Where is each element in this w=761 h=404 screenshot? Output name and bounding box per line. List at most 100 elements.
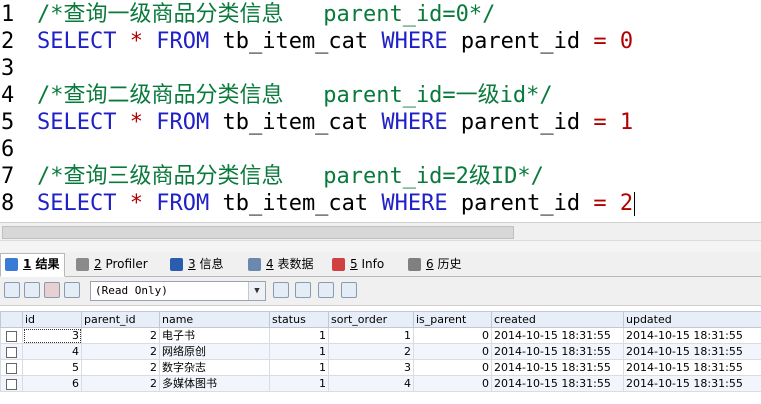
editor-line[interactable]: 8 SELECT * FROM tb_item_cat WHERE parent_… [0,190,761,217]
sql-keyword-from: FROM [156,29,210,54]
column-header-updated[interactable]: updated [623,311,761,328]
cell-is-parent[interactable]: 0 [413,327,492,344]
cell-status[interactable]: 1 [269,343,329,360]
editor-line[interactable]: 6 [0,136,761,163]
cell-status[interactable]: 1 [269,359,329,376]
row-selector-header[interactable] [0,311,23,328]
column-header-status[interactable]: status [269,311,329,328]
tab-4[interactable]: 4 表数据 [244,254,317,275]
editor-line[interactable]: 7 /*查询三级商品分类信息 parent_id=2级ID*/ [0,163,761,190]
cell-parent-id[interactable]: 2 [81,327,160,344]
tab-key: 5 [350,257,358,271]
column-header-is-parent[interactable]: is_parent [413,311,492,328]
row-checkbox[interactable] [6,378,17,390]
cell-sort-order[interactable]: 1 [328,327,414,344]
editor-line[interactable]: 4 /*查询二级商品分类信息 parent_id=一级id*/ [0,82,761,109]
tab-label: 表数据 [273,257,314,271]
save-icon[interactable] [295,282,311,298]
scrollbar-thumb[interactable] [2,226,514,239]
cell-created[interactable]: 2014-10-15 18:31:55 [491,343,624,360]
sql-column-name: parent_id [460,29,581,54]
cell-created[interactable]: 2014-10-15 18:31:55 [491,359,624,376]
row-checkbox-cell[interactable] [0,343,23,360]
sql-value: 1 [619,110,634,135]
tab-6[interactable]: 6 历史 [404,254,465,275]
row-checkbox[interactable] [6,330,17,342]
column-header-name[interactable]: name [159,311,270,328]
editor-line[interactable]: 1 /*查询一级商品分类信息 parent_id=0*/ [0,1,761,28]
cell-name[interactable]: 网络原创 [159,343,270,360]
table-row[interactable]: 4 2 网络原创 1 2 0 2014-10-15 18:31:55 2014-10-15 1… [0,343,761,360]
table-row[interactable]: 6 2 多媒体图书 1 4 0 2014-10-15 18:31:55 2014-10-15 … [0,375,761,392]
cell-name[interactable]: 数字杂志 [159,359,270,376]
tab-1[interactable]: 1 结果 [0,253,65,277]
filter-icon[interactable] [273,282,289,298]
row-checkbox-cell[interactable] [0,375,23,392]
tab-2[interactable]: 2 Profiler [72,254,152,275]
save-changes-icon[interactable] [64,282,80,298]
editor-horizontal-scrollbar[interactable] [0,222,761,240]
cell-created[interactable]: 2014-10-15 18:31:55 [491,375,624,392]
column-header-created[interactable]: created [491,311,624,328]
column-header-id[interactable]: id [22,311,82,328]
cell-status[interactable]: 1 [269,327,329,344]
profiler-icon [76,258,89,271]
cell-parent-id[interactable]: 2 [81,343,160,360]
cell-id[interactable]: 5 [22,359,82,376]
cell-updated[interactable]: 2014-10-15 18:31:55 [623,343,761,360]
column-header-parent-id[interactable]: parent_id [81,311,160,328]
edit-mode-select[interactable]: (Read Only) ▼ [90,281,266,301]
column-header-sort-order[interactable]: sort_order [328,311,414,328]
cell-updated[interactable]: 2014-10-15 18:31:55 [623,375,761,392]
cell-id[interactable]: 3 [22,327,82,344]
tab-3[interactable]: 3 信息 [166,254,227,275]
code-text: SELECT * FROM tb_item_cat WHERE parent_i… [37,190,636,217]
cell-parent-id[interactable]: 2 [81,359,160,376]
row-checkbox-cell[interactable] [0,327,23,344]
sql-column-name: parent_id [460,110,581,135]
row-checkbox[interactable] [6,346,17,358]
cell-name[interactable]: 多媒体图书 [159,375,270,392]
cell-is-parent[interactable]: 0 [413,359,492,376]
result-tabs: 1 结果 2 Profiler 3 信息 4 表数据 5 Info 6 历史 [0,252,761,277]
editor-line[interactable]: 3 [0,55,761,82]
line-number: 4 [1,83,15,108]
cell-status[interactable]: 1 [269,375,329,392]
cell-name[interactable]: 电子书 [159,327,270,344]
export-icon[interactable] [24,282,40,298]
cell-updated[interactable]: 2014-10-15 18:31:55 [623,327,761,344]
cell-id[interactable]: 4 [22,343,82,360]
sql-table-name: tb_item_cat [222,191,369,216]
refresh-icon[interactable] [341,282,357,298]
cell-sort-order[interactable]: 4 [328,375,414,392]
result-toolbar: (Read Only) ▼ [0,277,761,306]
sql-keyword-where: WHERE [381,191,448,216]
copy-icon[interactable] [318,282,334,298]
sql-keyword-select: SELECT [37,110,117,135]
cell-is-parent[interactable]: 0 [413,343,492,360]
sql-comment: /*查询一级商品分类信息 parent_id=0*/ [37,2,496,27]
line-number: 8 [1,191,15,216]
editor-line[interactable]: 5 SELECT * FROM tb_item_cat WHERE parent_… [0,109,761,136]
row-checkbox-cell[interactable] [0,359,23,376]
cell-created[interactable]: 2014-10-15 18:31:55 [491,327,624,344]
sql-operator: = [593,110,607,135]
cell-sort-order[interactable]: 2 [328,343,414,360]
text-caret [634,192,636,216]
tab-5[interactable]: 5 Info [328,254,388,275]
cell-updated[interactable]: 2014-10-15 18:31:55 [623,359,761,376]
cell-id[interactable]: 6 [22,375,82,392]
result-grid: id parent_id name status sort_order is_parent… [0,311,761,392]
insert-row-icon[interactable] [4,282,20,298]
cell-parent-id[interactable]: 2 [81,375,160,392]
tab-label: 历史 [433,257,462,271]
table-row[interactable]: 5 2 数字杂志 1 3 0 2014-10-15 18:31:55 2014-10-15 1… [0,359,761,376]
cell-sort-order[interactable]: 3 [328,359,414,376]
sql-editor[interactable]: 1/*查询一级商品分类信息 parent_id=0*/2 SELECT * FRO… [0,0,761,220]
table-row[interactable]: 3 2 电子书 1 1 0 2014-10-15 18:31:55 2014-10-15 18… [0,327,761,344]
delete-row-icon[interactable] [44,282,60,298]
editor-line[interactable]: 2 SELECT * FROM tb_item_cat WHERE parent_… [0,28,761,55]
row-checkbox[interactable] [6,362,17,374]
cell-is-parent[interactable]: 0 [413,375,492,392]
info-icon [170,258,183,271]
